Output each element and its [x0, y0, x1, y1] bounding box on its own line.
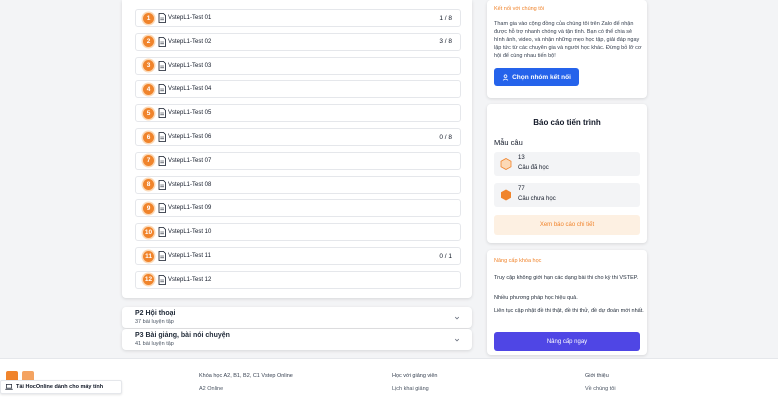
- test-name: VstepL1-Test 07: [168, 157, 212, 164]
- test-number-badge: 1: [143, 12, 154, 24]
- upgrade-now-button[interactable]: Nâng cấp ngay: [494, 332, 640, 351]
- section-subtitle: 37 bài luyện tập: [135, 319, 174, 325]
- test-row[interactable]: 6 VstepL1-Test 06 0 / 8: [135, 128, 461, 146]
- document-icon: [158, 227, 166, 238]
- test-number-badge: 6: [143, 131, 154, 143]
- upgrade-card: Nâng cấp khóa học Truy cập không giới hạ…: [487, 250, 647, 355]
- test-row[interactable]: 5 VstepL1-Test 05: [135, 104, 461, 123]
- learned-stat: 13 Câu đã học: [494, 152, 640, 176]
- test-name: VstepL1-Test 11: [168, 253, 211, 259]
- document-icon: [158, 203, 166, 214]
- test-number-badge: 9: [143, 202, 154, 214]
- document-icon: [158, 132, 166, 142]
- laptop-icon: [5, 384, 13, 390]
- section-subtitle: 41 bài luyện tập: [135, 341, 174, 347]
- test-row[interactable]: 2 VstepL1-Test 02 3 / 8: [135, 32, 461, 51]
- test-name: VstepL1-Test 08: [168, 181, 212, 188]
- test-name: VstepL1-Test 09: [168, 205, 212, 212]
- section-title: P3 Bài giảng, bài nói chuyện: [135, 332, 230, 339]
- progress-report-panel: Báo cáo tiến trình Mẫu câu 13 Câu đã học…: [487, 104, 647, 243]
- download-desktop-app-bar[interactable]: Tải HocOnline dành cho máy tính: [0, 380, 122, 394]
- footer-link[interactable]: Lịch khai giảng: [392, 386, 429, 392]
- test-name: VstepL1-Test 10: [168, 229, 212, 236]
- test-score: 0 / 8: [439, 133, 452, 141]
- report-title: Báo cáo tiến trình: [533, 118, 601, 127]
- footer-link[interactable]: Về chúng tôi: [585, 386, 616, 392]
- footer-heading: Khóa học A2, B1, B2, C1 Vstep Online: [199, 373, 293, 379]
- test-name: VstepL1-Test 06: [168, 134, 212, 140]
- document-icon: [158, 108, 166, 119]
- unlearned-label: Câu chưa học: [518, 196, 556, 202]
- test-number-badge: 8: [143, 179, 154, 191]
- unlearned-stat: 77 Câu chưa học: [494, 183, 640, 207]
- section-title: P2 Hội thoại: [135, 310, 176, 317]
- test-name: VstepL1-Test 04: [168, 86, 212, 93]
- hexagon-outline-icon: [500, 158, 512, 170]
- test-row[interactable]: 10 VstepL1-Test 10: [135, 223, 461, 242]
- hexagon-filled-icon: [501, 189, 511, 201]
- test-number-badge: 7: [143, 155, 154, 167]
- learned-label: Câu đã học: [518, 165, 549, 171]
- document-icon: [158, 251, 166, 261]
- document-icon: [158, 36, 166, 47]
- test-number-badge: 5: [143, 107, 154, 119]
- test-number-badge: 2: [143, 36, 154, 48]
- document-icon: [158, 60, 166, 71]
- chevron-down-icon[interactable]: [454, 315, 460, 321]
- test-row[interactable]: 9 VstepL1-Test 09: [135, 199, 461, 218]
- test-number-badge: 4: [143, 83, 154, 95]
- test-name: VstepL1-Test 01: [168, 15, 212, 21]
- chevron-down-icon[interactable]: [454, 337, 460, 343]
- test-row[interactable]: 11 VstepL1-Test 11 0 / 1: [135, 247, 461, 265]
- test-number-badge: 10: [143, 226, 154, 238]
- test-row[interactable]: 4 VstepL1-Test 04: [135, 80, 461, 99]
- learned-count: 13: [518, 155, 525, 161]
- upgrade-point-3: Liên tục cập nhật đề thi thật, đề thi th…: [494, 308, 644, 314]
- test-list-card: 1 VstepL1-Test 01 1 / 8 2 VstepL1-Test 02 3 /…: [122, 0, 472, 298]
- test-score: 0 / 1: [439, 252, 452, 260]
- test-row[interactable]: 7 VstepL1-Test 07: [135, 151, 461, 170]
- document-icon: [158, 13, 166, 23]
- document-icon: [158, 274, 166, 285]
- test-number-badge: 12: [143, 274, 154, 286]
- test-row[interactable]: 12 VstepL1-Test 12: [135, 270, 461, 289]
- footer-link[interactable]: A2 Online: [199, 386, 223, 392]
- test-number-badge: 11: [143, 250, 154, 262]
- view-report-button[interactable]: Xem báo cáo chi tiết: [494, 215, 640, 235]
- document-icon: [158, 84, 166, 95]
- test-row[interactable]: 1 VstepL1-Test 01 1 / 8: [135, 9, 461, 27]
- document-icon: [158, 155, 166, 166]
- upgrade-title: Nâng cấp khóa học: [494, 258, 542, 264]
- section-p3[interactable]: P3 Bài giảng, bài nói chuyện 41 bài luyệ…: [122, 329, 472, 350]
- unlearned-count: 77: [518, 186, 525, 192]
- footer-heading: Học với giảng viên: [392, 373, 438, 379]
- view-report-label: Xem báo cáo chi tiết: [539, 222, 595, 228]
- test-score: 1 / 8: [439, 14, 452, 22]
- upgrade-now-label: Nâng cấp ngay: [546, 338, 588, 345]
- upgrade-point-1: Truy cập không giới hạn các dạng bài thi…: [494, 275, 639, 281]
- test-name: VstepL1-Test 02: [168, 38, 212, 45]
- report-subtitle: Mẫu câu: [494, 138, 523, 147]
- footer-heading: Giới thiệu: [585, 373, 609, 379]
- test-score: 3 / 8: [439, 38, 452, 46]
- section-p2[interactable]: P2 Hội thoại 37 bài luyện tập: [122, 307, 472, 328]
- test-row[interactable]: 3 VstepL1-Test 03: [135, 56, 461, 75]
- upgrade-point-2: Nhiều phương pháp học hiệu quả.: [494, 295, 578, 301]
- document-icon: [158, 179, 166, 190]
- test-row[interactable]: 8 VstepL1-Test 08: [135, 175, 461, 194]
- test-name: VstepL1-Test 12: [168, 276, 212, 283]
- test-name: VstepL1-Test 05: [168, 110, 212, 117]
- download-label: Tải HocOnline dành cho máy tính: [16, 384, 104, 390]
- test-name: VstepL1-Test 03: [168, 62, 212, 69]
- test-number-badge: 3: [143, 60, 154, 72]
